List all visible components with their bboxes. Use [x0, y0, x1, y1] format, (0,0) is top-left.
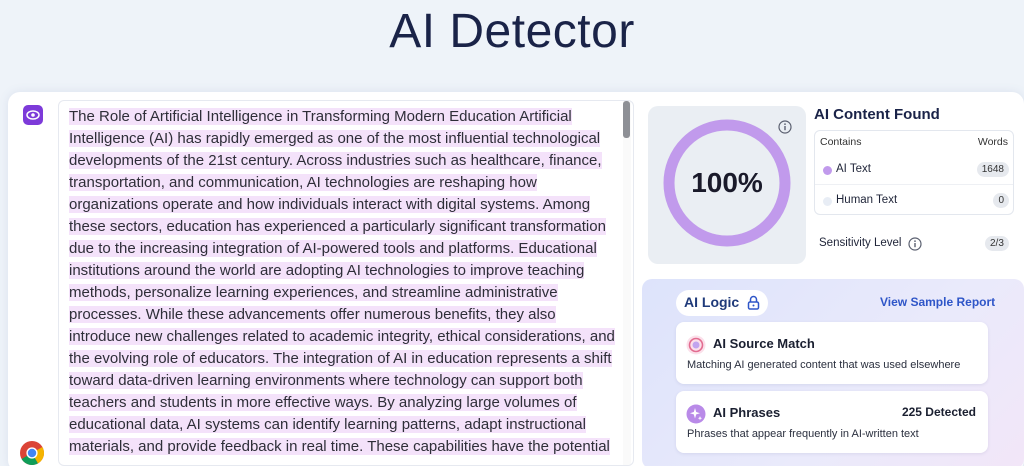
sensitivity-label: Sensitivity Level: [819, 237, 902, 249]
card-description: Phrases that appear frequently in AI-wri…: [687, 428, 919, 440]
score-panel: 100%: [648, 106, 806, 264]
sparkle-icon: [686, 404, 706, 424]
text-input-area[interactable]: The Role of Artificial Intelligence in T…: [58, 100, 634, 466]
ai-highlighted-text: The Role of Artificial Intelligence in T…: [69, 108, 615, 455]
eye-icon: [26, 110, 40, 120]
word-count-badge: 0: [993, 193, 1009, 208]
lock-icon: [747, 295, 760, 310]
ai-phrases-card[interactable]: AI Phrases 225 Detected Phrases that app…: [676, 391, 988, 453]
results-title: AI Content Found: [814, 106, 940, 123]
row-label: AI Text: [836, 163, 871, 175]
view-toggle-button[interactable]: [23, 105, 43, 125]
info-icon[interactable]: [908, 237, 922, 251]
table-header: Contains Words: [815, 131, 1013, 153]
card-title: AI Source Match: [713, 336, 815, 351]
card-description: Matching AI generated content that was u…: [687, 359, 961, 371]
ai-logic-label: AI Logic: [684, 294, 740, 310]
info-icon[interactable]: [778, 120, 792, 134]
ai-logic-pill: AI Logic: [676, 290, 768, 316]
source-match-icon: [686, 335, 706, 355]
card-title: AI Phrases: [713, 405, 781, 420]
table-row-ai-text: AI Text 1648: [815, 155, 1013, 185]
chrome-icon[interactable]: [19, 440, 45, 466]
word-count-badge: 1648: [976, 162, 1009, 177]
column-contains: Contains: [820, 136, 862, 148]
human-text-dot: [823, 197, 832, 206]
row-label: Human Text: [836, 194, 898, 206]
column-words: Words: [977, 136, 1008, 148]
words-table: Contains Words AI Text 1648 Human Text 0: [814, 130, 1014, 215]
ai-text-dot: [823, 166, 832, 175]
sensitivity-level-badge[interactable]: 2/3: [985, 236, 1009, 251]
view-sample-report-link[interactable]: View Sample Report: [880, 295, 995, 309]
ai-source-match-card[interactable]: AI Source Match Matching AI generated co…: [676, 322, 988, 384]
page-title: AI Detector: [389, 5, 635, 58]
scrollbar-thumb[interactable]: [623, 101, 630, 138]
text-scrollbar[interactable]: [623, 101, 631, 465]
detected-count: 225 Detected: [901, 405, 976, 419]
table-row-human-text: Human Text 0: [815, 186, 1013, 216]
analyzed-text: The Role of Artificial Intelligence in T…: [69, 106, 617, 458]
